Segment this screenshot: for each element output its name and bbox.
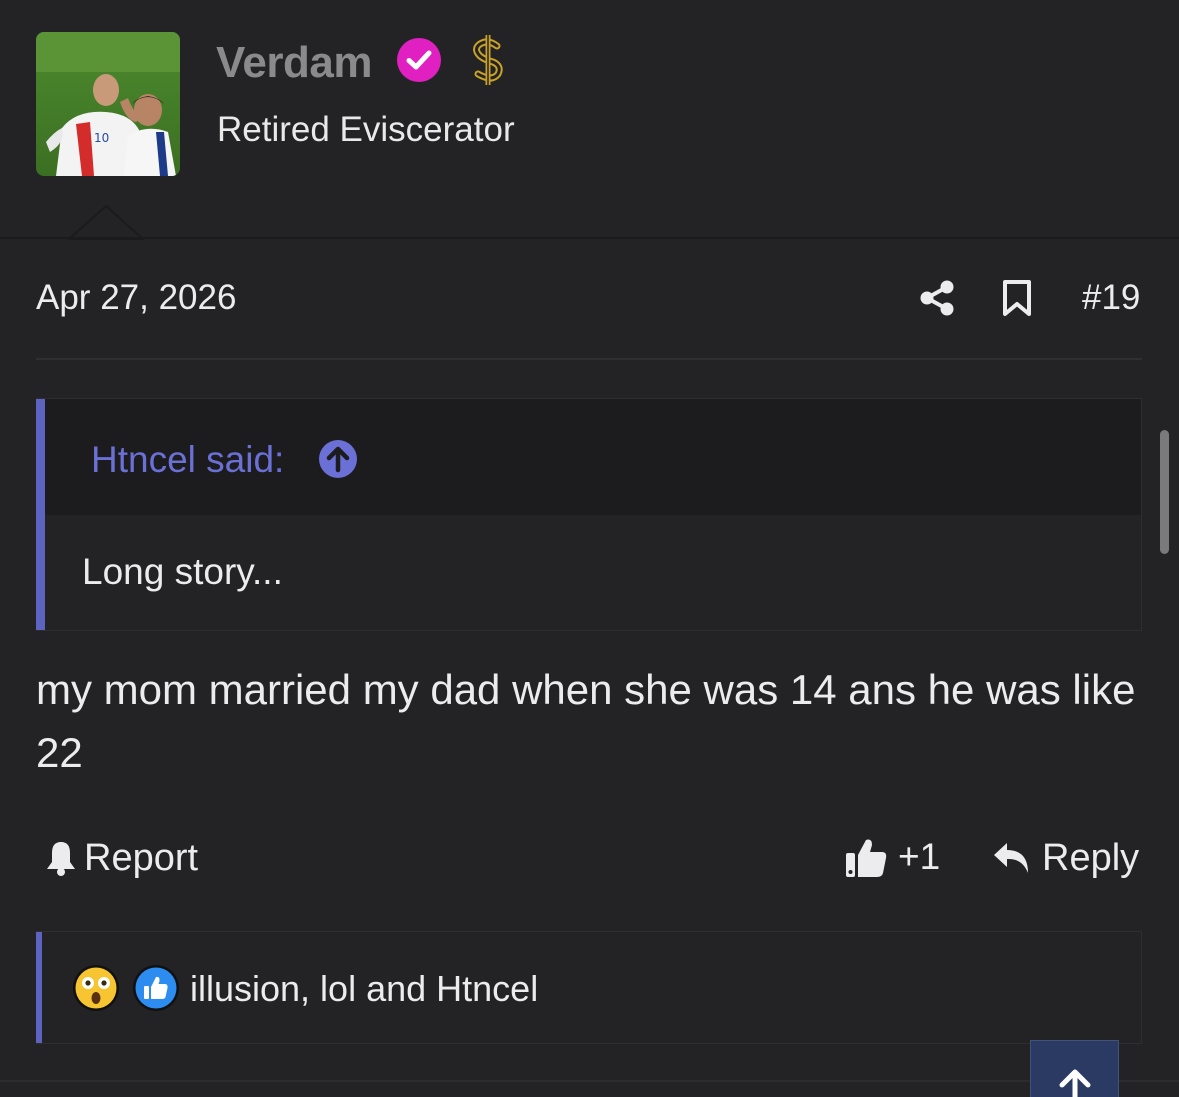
bookmark-icon[interactable] bbox=[1000, 279, 1034, 317]
reactions-users-link[interactable]: illusion, lol and Htncel bbox=[190, 968, 538, 1010]
post-date-link[interactable]: Apr 27, 2026 bbox=[36, 278, 236, 318]
user-avatar[interactable]: 10 bbox=[36, 32, 180, 176]
user-title: Retired Eviscerator bbox=[217, 110, 515, 149]
astonished-emoji-icon[interactable] bbox=[72, 964, 120, 1012]
post-author-header: 10 Verdam Retired Eviscerator bbox=[0, 0, 1179, 240]
reactions-accent-bar bbox=[36, 932, 42, 1043]
scroll-to-top-button[interactable] bbox=[1030, 1040, 1119, 1097]
like-reaction-icon[interactable] bbox=[132, 964, 180, 1012]
like-count: +1 bbox=[898, 836, 941, 877]
avatar-photo: 10 bbox=[36, 32, 180, 176]
reply-button[interactable]: Reply bbox=[992, 836, 1139, 880]
meta-divider bbox=[36, 358, 1142, 360]
like-button[interactable]: +1 bbox=[844, 834, 940, 880]
quote-accent-bar bbox=[36, 399, 45, 630]
scrollbar-thumb[interactable] bbox=[1160, 430, 1169, 554]
arrow-up-icon bbox=[1059, 1069, 1091, 1097]
share-icon[interactable] bbox=[918, 279, 956, 317]
quote-text: Long story... bbox=[82, 551, 283, 592]
post-message: my mom married my dad when she was 14 an… bbox=[36, 666, 1136, 776]
bell-icon bbox=[47, 842, 75, 876]
post-bottom-divider bbox=[0, 1080, 1179, 1082]
thumbs-up-icon bbox=[846, 839, 887, 877]
quote-block: Htncel said: Long story... bbox=[36, 398, 1142, 631]
report-label: Report bbox=[84, 836, 199, 879]
report-button[interactable]: Report bbox=[44, 836, 198, 880]
quote-body: Long story... bbox=[45, 515, 1141, 630]
dollar-sign-icon bbox=[473, 35, 503, 85]
header-divider bbox=[0, 237, 1179, 239]
reactions-bar[interactable]: illusion, lol and Htncel bbox=[36, 931, 1142, 1044]
username-link[interactable]: Verdam bbox=[216, 38, 372, 88]
check-circle-icon bbox=[397, 38, 441, 82]
reply-arrow-icon bbox=[994, 843, 1028, 873]
quote-header[interactable]: Htncel said: bbox=[45, 399, 1141, 515]
quote-author-link[interactable]: Htncel said: bbox=[91, 439, 284, 481]
message-pointer bbox=[68, 204, 144, 240]
arrow-up-circle-icon[interactable] bbox=[318, 439, 358, 479]
reply-label: Reply bbox=[1042, 836, 1140, 879]
svg-text:10: 10 bbox=[94, 131, 109, 145]
post-number-link[interactable]: #19 bbox=[1082, 278, 1140, 318]
thread-post: 10 Verdam Retired Eviscerator Apr 27, 20… bbox=[0, 0, 1179, 1097]
